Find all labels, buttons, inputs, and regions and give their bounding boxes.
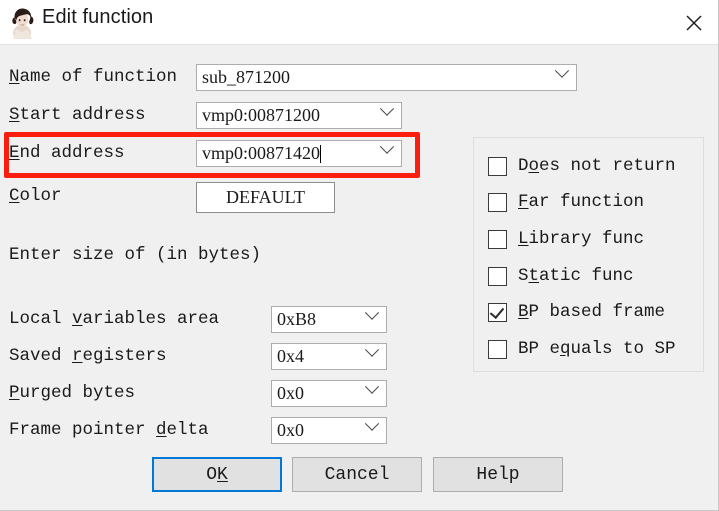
text-cursor	[320, 145, 322, 163]
checkbox-label: Static func	[518, 266, 634, 286]
chevron-down-icon[interactable]	[375, 101, 401, 123]
checkbox-static-func[interactable]: Static func	[488, 266, 634, 286]
saved-registers-combo[interactable]: 0x4	[271, 342, 387, 370]
frame-pointer-delta-value: 0x0	[277, 420, 304, 440]
chevron-down-icon[interactable]	[360, 342, 386, 364]
close-icon[interactable]	[669, 0, 719, 45]
color-default-button[interactable]: DEFAULT	[196, 182, 335, 213]
chevron-down-icon[interactable]	[550, 63, 576, 85]
checkbox-box[interactable]	[488, 266, 507, 286]
help-button[interactable]: Help	[433, 457, 563, 492]
purged-bytes-value: 0x0	[277, 383, 304, 403]
start-address-combo[interactable]: vmp0:00871200	[196, 101, 402, 129]
chevron-down-icon[interactable]	[360, 416, 386, 438]
ok-button[interactable]: OK	[152, 457, 282, 492]
chevron-down-icon[interactable]	[360, 305, 386, 327]
end-address-value: vmp0:00871420	[202, 143, 322, 163]
checkbox-label: Library func	[518, 229, 645, 249]
chevron-down-icon[interactable]	[375, 139, 401, 161]
saved-registers-value: 0x4	[277, 346, 304, 366]
end-address-combo[interactable]: vmp0:00871420	[196, 139, 402, 167]
checkbox-label: BP based frame	[518, 302, 666, 322]
checkbox-far-function[interactable]: Far function	[488, 192, 644, 212]
start-address-value: vmp0:00871200	[202, 105, 321, 125]
name-of-function-input[interactable]: sub_871200	[196, 63, 577, 91]
label-purged-bytes: Purged bytes	[9, 383, 136, 403]
label-end-address: End address	[9, 143, 125, 163]
checkbox-box[interactable]	[488, 339, 507, 359]
title-bar: Edit function	[0, 0, 719, 45]
label-color: Color	[9, 186, 62, 206]
local-variables-area-value: 0xB8	[277, 309, 317, 329]
checkbox-does-not-return[interactable]: Does not return	[488, 156, 676, 176]
checkbox-bp-equals-to-sp[interactable]: BP equals to SP	[488, 339, 676, 359]
label-start-address: Start address	[9, 105, 146, 125]
local-variables-area-combo[interactable]: 0xB8	[271, 305, 387, 333]
checkbox-label: BP equals to SP	[518, 339, 676, 359]
color-default-label: DEFAULT	[225, 187, 305, 207]
label-saved-registers: Saved registers	[9, 346, 167, 366]
cancel-button-label: Cancel	[324, 464, 390, 485]
checkbox-box[interactable]	[488, 229, 507, 249]
chevron-down-icon[interactable]	[360, 379, 386, 401]
frame-pointer-delta-combo[interactable]: 0x0	[271, 416, 387, 444]
label-name-of-function: Name of function	[9, 67, 178, 87]
checkbox-box[interactable]	[488, 192, 507, 212]
help-button-label: Help	[476, 464, 520, 485]
label-local-variables-area: Local variables area	[9, 309, 220, 329]
checkbox-bp-based-frame[interactable]: BP based frame	[488, 302, 665, 322]
name-of-function-value: sub_871200	[202, 67, 291, 87]
ida-lovelace-icon	[7, 5, 39, 39]
checkbox-label: Does not return	[518, 156, 676, 176]
checkbox-library-func[interactable]: Library func	[488, 229, 644, 249]
ok-button-label: OK	[206, 464, 228, 485]
purged-bytes-combo[interactable]: 0x0	[271, 379, 387, 407]
checkbox-label: Far function	[518, 192, 645, 212]
window-title: Edit function	[42, 6, 154, 28]
label-frame-pointer-delta: Frame pointer delta	[9, 420, 209, 440]
checkbox-box[interactable]	[488, 156, 507, 176]
checkbox-box[interactable]	[488, 302, 507, 322]
cancel-button[interactable]: Cancel	[292, 457, 422, 492]
enter-size-heading: Enter size of (in bytes)	[9, 245, 262, 265]
